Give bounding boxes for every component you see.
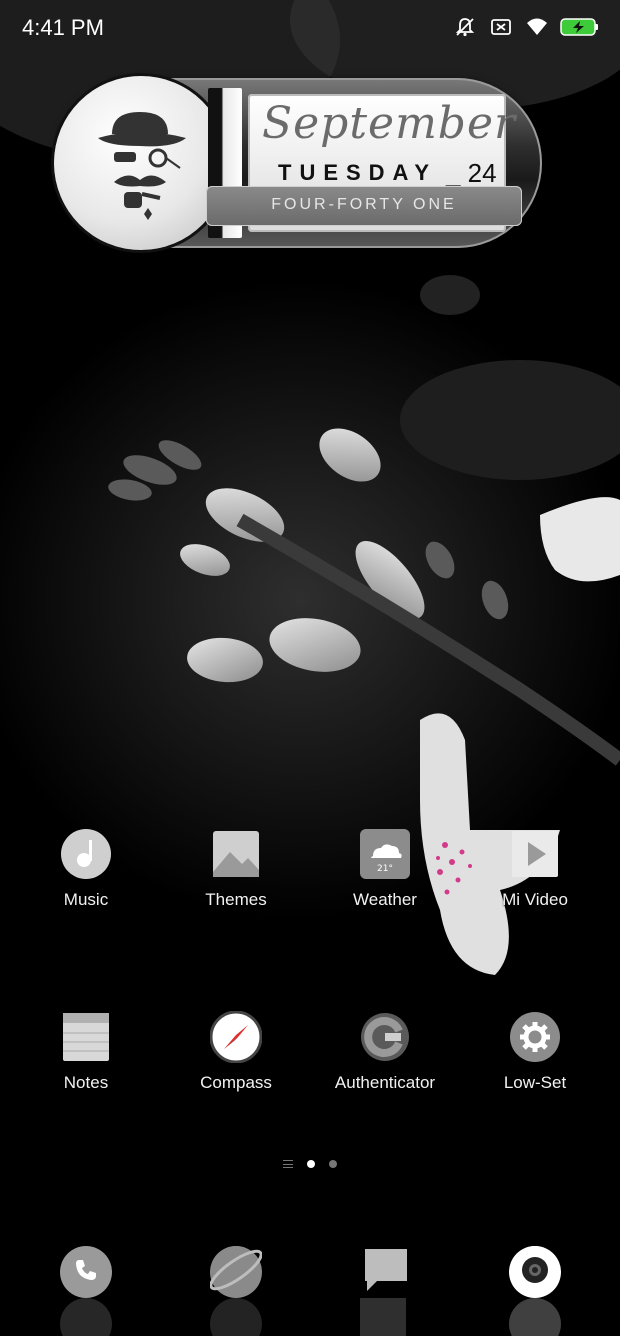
themes-icon xyxy=(210,828,262,880)
widget-time-words: FOUR-FORTY ONE xyxy=(271,196,457,213)
page-dot-active[interactable] xyxy=(307,1160,315,1168)
app-mi-video[interactable]: Mi Video xyxy=(465,828,605,910)
dock-reflection xyxy=(509,1298,561,1336)
gentleman-logo xyxy=(54,76,228,250)
dock-browser[interactable] xyxy=(209,1244,263,1301)
app-notes[interactable]: Notes xyxy=(16,1011,156,1093)
battery-charging-icon xyxy=(560,14,600,40)
app-label: Compass xyxy=(200,1073,272,1092)
dock-reflection xyxy=(360,1298,412,1336)
app-label: Notes xyxy=(63,1073,109,1092)
dock-messages[interactable] xyxy=(360,1246,412,1298)
widget-date: _ 24 xyxy=(446,158,497,188)
browser-icon xyxy=(209,1244,263,1301)
notes-icon xyxy=(60,1011,112,1063)
app-label: Authenticator xyxy=(334,1073,436,1092)
status-icons xyxy=(452,14,600,40)
menu-lines-icon xyxy=(283,1160,293,1168)
authenticator-icon xyxy=(359,1011,411,1063)
app-music[interactable]: Music xyxy=(16,828,156,910)
wifi-icon xyxy=(524,14,550,40)
weather-icon: 21° xyxy=(359,828,411,880)
app-authenticator[interactable]: Authenticator xyxy=(315,1011,455,1093)
sim-off-icon xyxy=(488,14,514,40)
dock-reflection xyxy=(60,1298,112,1336)
app-compass[interactable]: Compass xyxy=(166,1011,306,1093)
dock-camera[interactable] xyxy=(509,1244,561,1301)
clock-widget[interactable]: September TUESDAY _ 24 FOUR-FORTY ONE xyxy=(52,74,546,252)
gear-icon xyxy=(509,1011,561,1063)
compass-icon xyxy=(210,1011,262,1063)
phone-icon xyxy=(73,1257,99,1288)
app-label: Mi Video xyxy=(502,890,568,909)
camera-icon xyxy=(509,1244,561,1301)
mute-bell-icon xyxy=(452,14,478,40)
app-low-set[interactable]: Low-Set xyxy=(465,1011,605,1093)
app-label: Music xyxy=(63,890,109,909)
weather-temp: 21° xyxy=(377,864,393,874)
status-bar: 4:41 PM xyxy=(0,0,620,56)
app-label: Low-Set xyxy=(503,1073,567,1092)
widget-weekday: TUESDAY xyxy=(278,160,438,185)
status-time: 4:41 PM xyxy=(22,15,104,40)
dock-reflection xyxy=(210,1298,262,1336)
music-icon xyxy=(60,828,112,880)
dock-phone[interactable] xyxy=(60,1246,112,1298)
app-themes[interactable]: Themes xyxy=(166,828,306,910)
app-weather[interactable]: 21° Weather xyxy=(315,828,455,910)
play-icon xyxy=(509,828,561,880)
widget-month: September xyxy=(262,98,517,149)
app-label: Themes xyxy=(205,890,267,909)
page-dot[interactable] xyxy=(329,1160,337,1168)
messages-icon xyxy=(363,1247,409,1298)
app-label: Weather xyxy=(353,890,417,909)
page-indicator[interactable] xyxy=(0,1156,620,1172)
